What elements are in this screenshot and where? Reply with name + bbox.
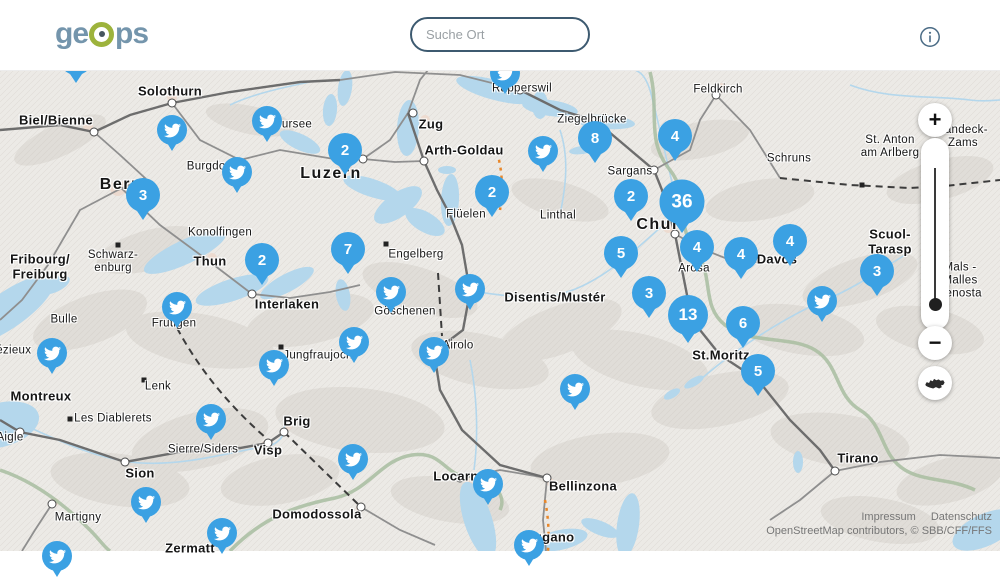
cluster-count: 5	[617, 245, 625, 262]
geops-logo[interactable]: geps	[55, 17, 148, 51]
twitter-bird-icon	[814, 293, 831, 310]
zoom-slider-track	[934, 168, 936, 304]
twitter-bird-icon	[345, 451, 362, 468]
twitter-bird-icon	[44, 345, 61, 362]
place-square-dot	[860, 183, 865, 188]
search-input[interactable]	[424, 26, 604, 43]
place-square-dot	[384, 242, 389, 247]
cluster-count: 4	[671, 128, 679, 145]
twitter-bird-icon	[164, 122, 181, 139]
twitter-bird-icon	[480, 476, 497, 493]
station-dot	[456, 474, 465, 483]
header-bar: geps	[0, 0, 1000, 71]
station-dot	[409, 109, 418, 118]
zoom-out-button[interactable]: −	[918, 326, 952, 360]
station-dot	[90, 128, 99, 137]
cluster-count: 2	[341, 142, 349, 159]
twitter-bird-icon	[214, 525, 231, 542]
station-dot	[712, 91, 721, 100]
station-dot	[357, 503, 366, 512]
datenschutz-link[interactable]: Datenschutz	[931, 511, 992, 523]
twitter-bird-icon	[229, 164, 246, 181]
cluster-count: 2	[488, 184, 496, 201]
cluster-count: 6	[739, 315, 747, 332]
zoom-in-button[interactable]: +	[918, 103, 952, 137]
cluster-count: 2	[627, 188, 635, 205]
zoom-slider[interactable]	[921, 138, 949, 330]
attribution: Impressum Datenschutz OpenStreetMap cont…	[766, 510, 992, 538]
station-dot	[264, 439, 273, 448]
cluster-count: 7	[344, 241, 352, 258]
station-dot	[168, 99, 177, 108]
cluster-count: 4	[737, 246, 745, 263]
twitter-bird-icon	[169, 299, 186, 316]
station-dot	[650, 166, 659, 175]
copyright-text: OpenStreetMap contributors, © SBB/CFF/FF…	[766, 524, 992, 538]
station-dot	[516, 86, 525, 95]
station-dot	[280, 428, 289, 437]
station-dot	[543, 474, 552, 483]
station-dot	[16, 428, 25, 437]
info-icon	[919, 26, 941, 48]
cluster-count: 8	[591, 130, 599, 147]
station-dot	[121, 458, 130, 467]
twitter-bird-icon	[535, 143, 552, 160]
cluster-count: 3	[645, 285, 653, 302]
twitter-bird-icon	[266, 357, 283, 374]
twitter-bird-icon	[567, 381, 584, 398]
twitter-bird-icon	[383, 284, 400, 301]
twitter-bird-icon	[49, 548, 66, 565]
twitter-bird-icon	[138, 494, 155, 511]
cluster-count: 13	[679, 305, 698, 325]
place-square-dot	[116, 243, 121, 248]
place-square-dot	[142, 378, 147, 383]
twitter-bird-icon	[203, 411, 220, 428]
info-button[interactable]	[919, 26, 941, 48]
twitter-bird-icon	[259, 113, 276, 130]
cluster-count: 4	[786, 233, 794, 250]
impressum-link[interactable]: Impressum	[861, 511, 915, 523]
cluster-count: 2	[258, 252, 266, 269]
fit-switzerland-button[interactable]	[918, 366, 952, 400]
station-dot	[248, 290, 257, 299]
twitter-bird-icon	[426, 344, 443, 361]
cluster-count: 3	[873, 263, 881, 280]
logo-text-suffix: ps	[115, 17, 148, 51]
place-square-dot	[68, 417, 73, 422]
twitter-bird-icon	[346, 334, 363, 351]
zoom-slider-handle[interactable]	[929, 298, 942, 311]
cluster-count: 5	[754, 363, 762, 380]
twitter-bird-icon	[462, 281, 479, 298]
place-square-dot	[279, 345, 284, 350]
logo-o-ring	[89, 22, 114, 47]
map-canvas[interactable]: SolothurnBiel/BienneBernBurgdorfKonolfin…	[0, 0, 1000, 551]
cluster-count: 4	[693, 239, 701, 256]
switzerland-outline-icon	[924, 376, 946, 391]
station-dot	[420, 157, 429, 166]
station-dot	[831, 467, 840, 476]
station-dot	[48, 500, 57, 509]
cluster-count: 3	[139, 187, 147, 204]
cluster-count: 36	[671, 191, 692, 213]
logo-text-prefix: ge	[55, 17, 88, 51]
map-pins-layer: 3 2 2 7 2 8 4 2 36 5 4 4 4 3 13 6 3 5	[0, 0, 1000, 551]
search-box	[410, 17, 590, 52]
